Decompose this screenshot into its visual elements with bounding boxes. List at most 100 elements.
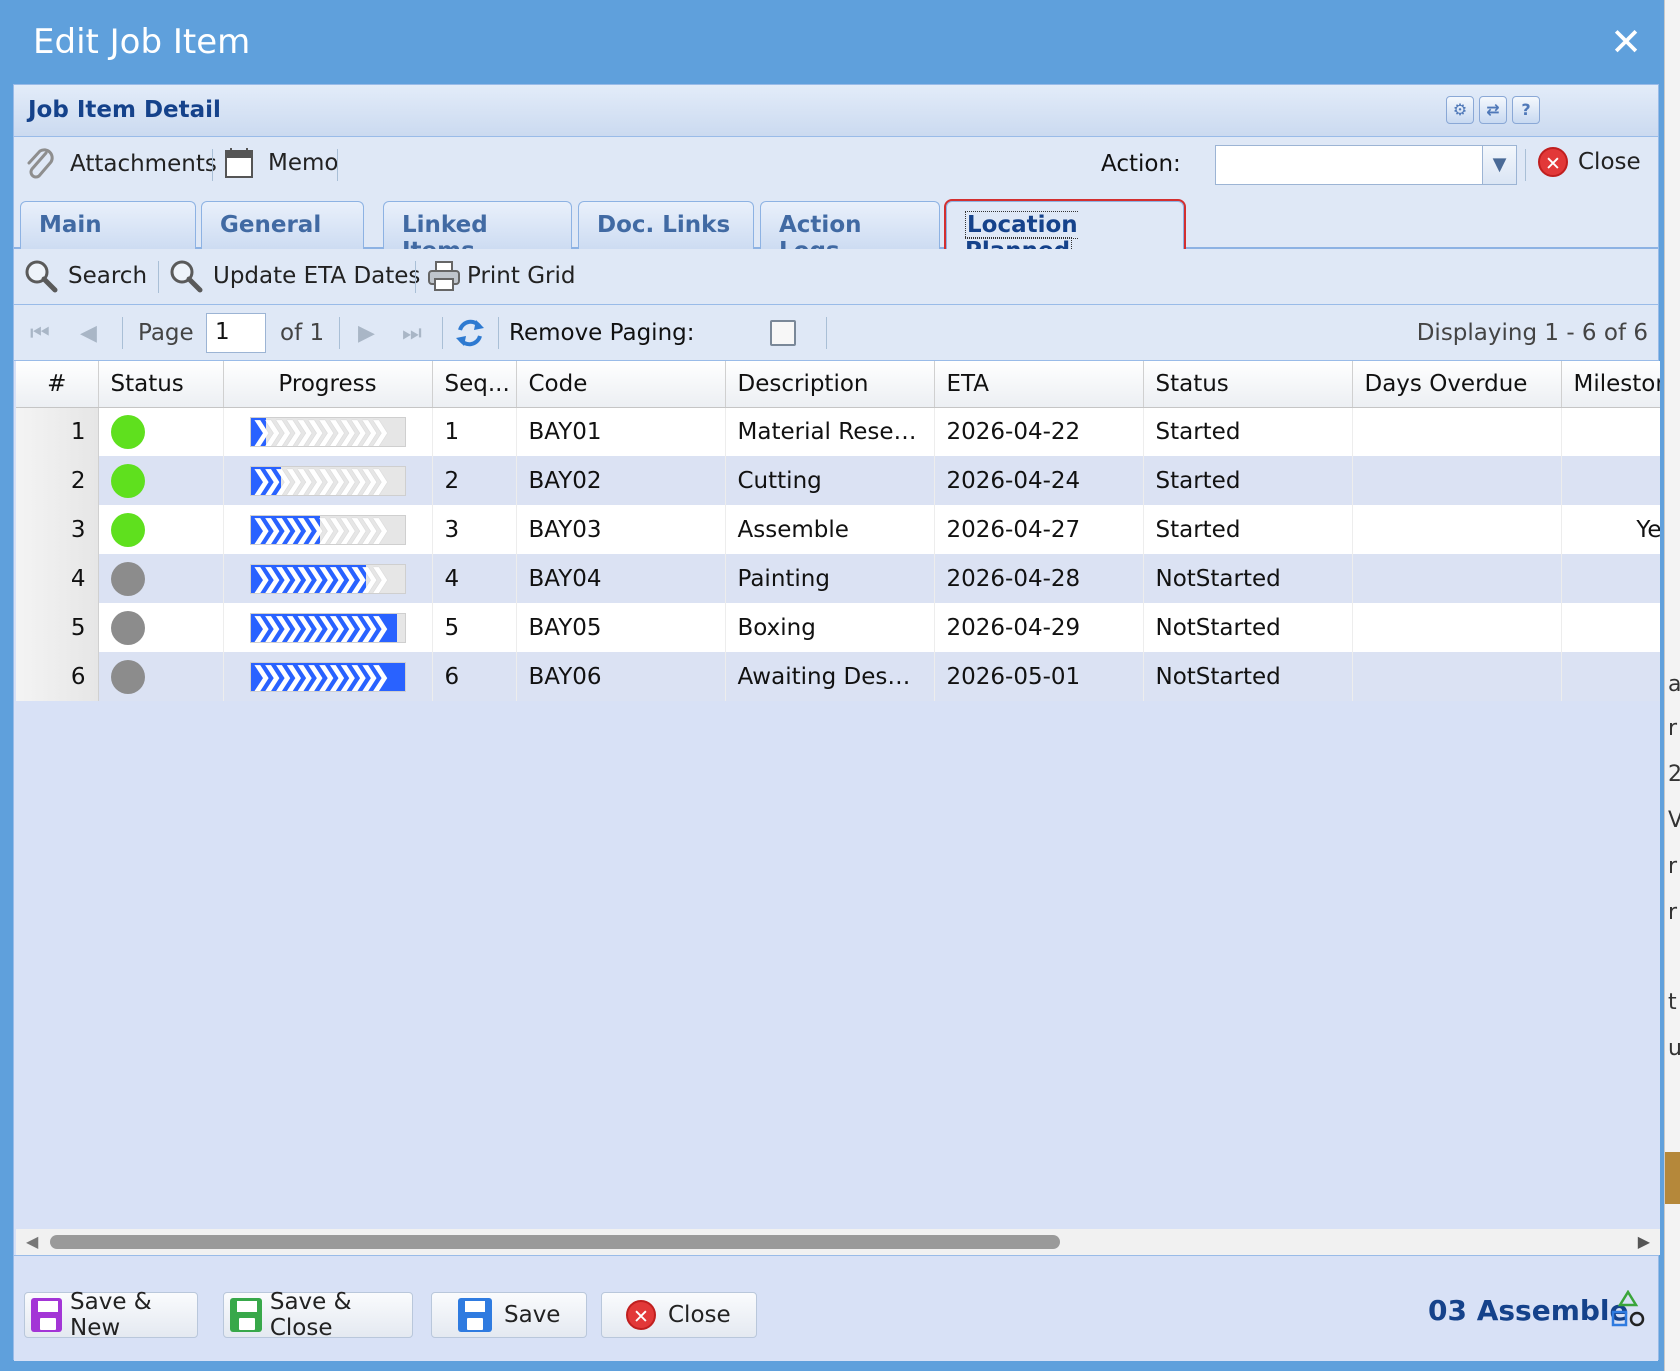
print-grid-button[interactable]: Print Grid [427, 259, 576, 293]
column-header-progress[interactable]: Progress [223, 361, 433, 408]
footer-close-button[interactable]: ✕ Close [601, 1292, 757, 1338]
status-dot-icon [110, 659, 145, 694]
save-label: Save [504, 1302, 561, 1328]
eta-cell: 2026-05-01 [934, 652, 1144, 701]
action-label: Action: [1101, 151, 1181, 177]
refresh-icon[interactable]: ⇄ [1479, 96, 1507, 124]
background-page-edge: a r 2 V r r t u [1664, 0, 1680, 1371]
toolbar-separator [415, 261, 416, 293]
eta-cell: 2026-04-28 [934, 554, 1144, 603]
refresh-icon[interactable] [454, 317, 486, 349]
table-row[interactable]: 3 ❯❯❯❯❯❯❯❯❯❯❯❯❯❯❯❯❯❯❯❯❯❯❯❯ 3 BAY03 Assem… [16, 505, 1660, 554]
row-number: 1 [16, 407, 99, 456]
toolbar-separator [158, 261, 159, 293]
column-header-eta[interactable]: ETA [934, 361, 1144, 408]
days-overdue-cell [1352, 652, 1562, 701]
days-overdue-cell [1352, 407, 1562, 456]
milestone-cell [1561, 407, 1660, 456]
grid-toolbar: Search Update ETA Dates Print Grid [14, 249, 1658, 305]
scrollbar-thumb[interactable] [50, 1235, 1060, 1249]
scroll-right-icon[interactable]: ▶ [1638, 1232, 1650, 1251]
remove-paging-checkbox[interactable] [770, 320, 796, 346]
horizontal-scrollbar[interactable]: ◀ ▶ [16, 1229, 1660, 1255]
milestone-cell [1561, 456, 1660, 505]
tab-action-logs[interactable]: Action Logs [760, 201, 940, 264]
status-indicator-cell [98, 407, 224, 456]
calendar-memo-icon [225, 148, 253, 178]
progress-cell: ❯❯❯❯❯❯❯❯❯❯❯❯❯❯❯❯❯❯❯❯❯❯❯❯ [223, 505, 433, 554]
background-text-fragment: t [1668, 990, 1677, 1015]
tab-doc-links[interactable]: Doc. Links [578, 201, 754, 249]
row-number: 2 [16, 456, 99, 505]
description-cell: Awaiting Despatch [725, 652, 935, 701]
code-cell: BAY03 [516, 505, 726, 554]
column-header-days-overdue[interactable]: Days Overdue [1352, 361, 1562, 408]
settings-gear-icon[interactable]: ⚙ [1446, 96, 1474, 124]
status-dot-icon [110, 463, 145, 498]
days-overdue-cell [1352, 554, 1562, 603]
milestone-cell: Yes [1561, 505, 1660, 554]
progress-cell: ❯❯❯❯❯❯❯❯❯❯❯❯❯❯❯❯❯❯❯❯❯❯❯❯ [223, 456, 433, 505]
action-select[interactable]: ▼ [1215, 145, 1517, 185]
toolbar-separator [337, 149, 338, 181]
close-button[interactable]: ✕ Close [1538, 147, 1641, 177]
first-page-icon[interactable]: ⏮ [30, 321, 50, 346]
chevron-down-icon[interactable]: ▼ [1482, 146, 1516, 184]
progress-bar: ❯❯❯❯❯❯❯❯❯❯❯❯❯❯❯❯❯❯❯❯❯❯❯❯ [249, 514, 406, 545]
milestone-cell [1561, 554, 1660, 603]
tab-main[interactable]: Main [20, 201, 196, 249]
save-and-new-button[interactable]: Save & New [24, 1289, 198, 1341]
update-eta-dates-button[interactable]: Update ETA Dates [169, 259, 420, 293]
column-header-status[interactable]: Status [98, 361, 224, 408]
description-cell: Painting [725, 554, 935, 603]
status-indicator-cell [98, 652, 224, 701]
column-header-number[interactable]: # [16, 361, 99, 408]
column-header-milestone[interactable]: Milestone [1561, 361, 1660, 408]
save-disk-icon [31, 1298, 63, 1332]
tab-general[interactable]: General [201, 201, 364, 249]
progress-bar: ❯❯❯❯❯❯❯❯❯❯❯❯❯❯❯❯❯❯❯❯❯❯❯❯ [249, 465, 406, 496]
status-text-cell: NotStarted [1143, 554, 1353, 603]
seq-cell: 1 [432, 407, 517, 456]
memo-button[interactable]: Memo [224, 147, 338, 179]
save-button[interactable]: Save [431, 1292, 587, 1338]
table-row[interactable]: 6 ❯❯❯❯❯❯❯❯❯❯❯❯❯❯❯❯❯❯❯❯❯❯❯❯ 6 BAY06 Await… [16, 652, 1660, 701]
attachments-label: Attachments [70, 151, 217, 177]
table-row[interactable]: 2 ❯❯❯❯❯❯❯❯❯❯❯❯❯❯❯❯❯❯❯❯❯❯❯❯ 2 BAY02 Cutti… [16, 456, 1660, 505]
save-and-close-label: Save & Close [269, 1289, 352, 1341]
close-circle-icon: ✕ [1538, 147, 1568, 177]
tab-linked-items[interactable]: Linked Items [383, 201, 572, 264]
print-grid-label: Print Grid [467, 263, 576, 289]
progress-bar: ❯❯❯❯❯❯❯❯❯❯❯❯❯❯❯❯❯❯❯❯❯❯❯❯ [249, 416, 406, 447]
background-text-fragment: V [1668, 808, 1680, 833]
attachments-button[interactable]: Attachments [24, 147, 217, 181]
column-header-seq[interactable]: Seq... [432, 361, 517, 408]
code-cell: BAY06 [516, 652, 726, 701]
help-icon[interactable]: ? [1512, 96, 1540, 124]
window-titlebar[interactable]: Edit Job Item ✕ [0, 0, 1664, 84]
column-header-description[interactable]: Description [725, 361, 935, 408]
column-header-status-text[interactable]: Status [1143, 361, 1353, 408]
scroll-left-icon[interactable]: ◀ [26, 1232, 38, 1251]
description-cell: Material Reserved [725, 407, 935, 456]
location-planned-grid: # Status Progress Seq... Code Descriptio… [16, 361, 1660, 1229]
window-close-icon[interactable]: ✕ [1608, 23, 1644, 61]
table-row[interactable]: 1 ❯❯❯❯❯❯❯❯❯❯❯❯❯❯❯❯❯❯❯❯❯❯❯❯ 1 BAY01 Mater… [16, 407, 1660, 456]
edit-job-item-window: Edit Job Item ✕ Job Item Detail ⚙ ⇄ ? At… [0, 0, 1664, 1371]
page-number-input[interactable]: 1 [206, 313, 266, 353]
search-button[interactable]: Search [24, 259, 147, 293]
save-and-close-button[interactable]: Save & Close [223, 1289, 413, 1341]
grid-table: # Status Progress Seq... Code Descriptio… [16, 361, 1660, 701]
status-text-cell: NotStarted [1143, 603, 1353, 652]
next-page-icon[interactable]: ▶ [358, 321, 375, 346]
tab-location-planned[interactable]: Location Planned [944, 199, 1186, 265]
last-page-icon[interactable]: ⏭ [402, 321, 422, 346]
column-header-code[interactable]: Code [516, 361, 726, 408]
code-cell: BAY04 [516, 554, 726, 603]
previous-page-icon[interactable]: ◀ [80, 321, 97, 346]
panel-header: Job Item Detail ⚙ ⇄ ? [14, 85, 1658, 137]
table-row[interactable]: 5 ❯❯❯❯❯❯❯❯❯❯❯❯❯❯❯❯❯❯❯❯❯❯❯❯ 5 BAY05 Boxin… [16, 603, 1660, 652]
table-row[interactable]: 4 ❯❯❯❯❯❯❯❯❯❯❯❯❯❯❯❯❯❯❯❯❯❯❯❯ 4 BAY04 Paint… [16, 554, 1660, 603]
status-indicator-cell [98, 456, 224, 505]
status-dot-icon [110, 561, 145, 596]
